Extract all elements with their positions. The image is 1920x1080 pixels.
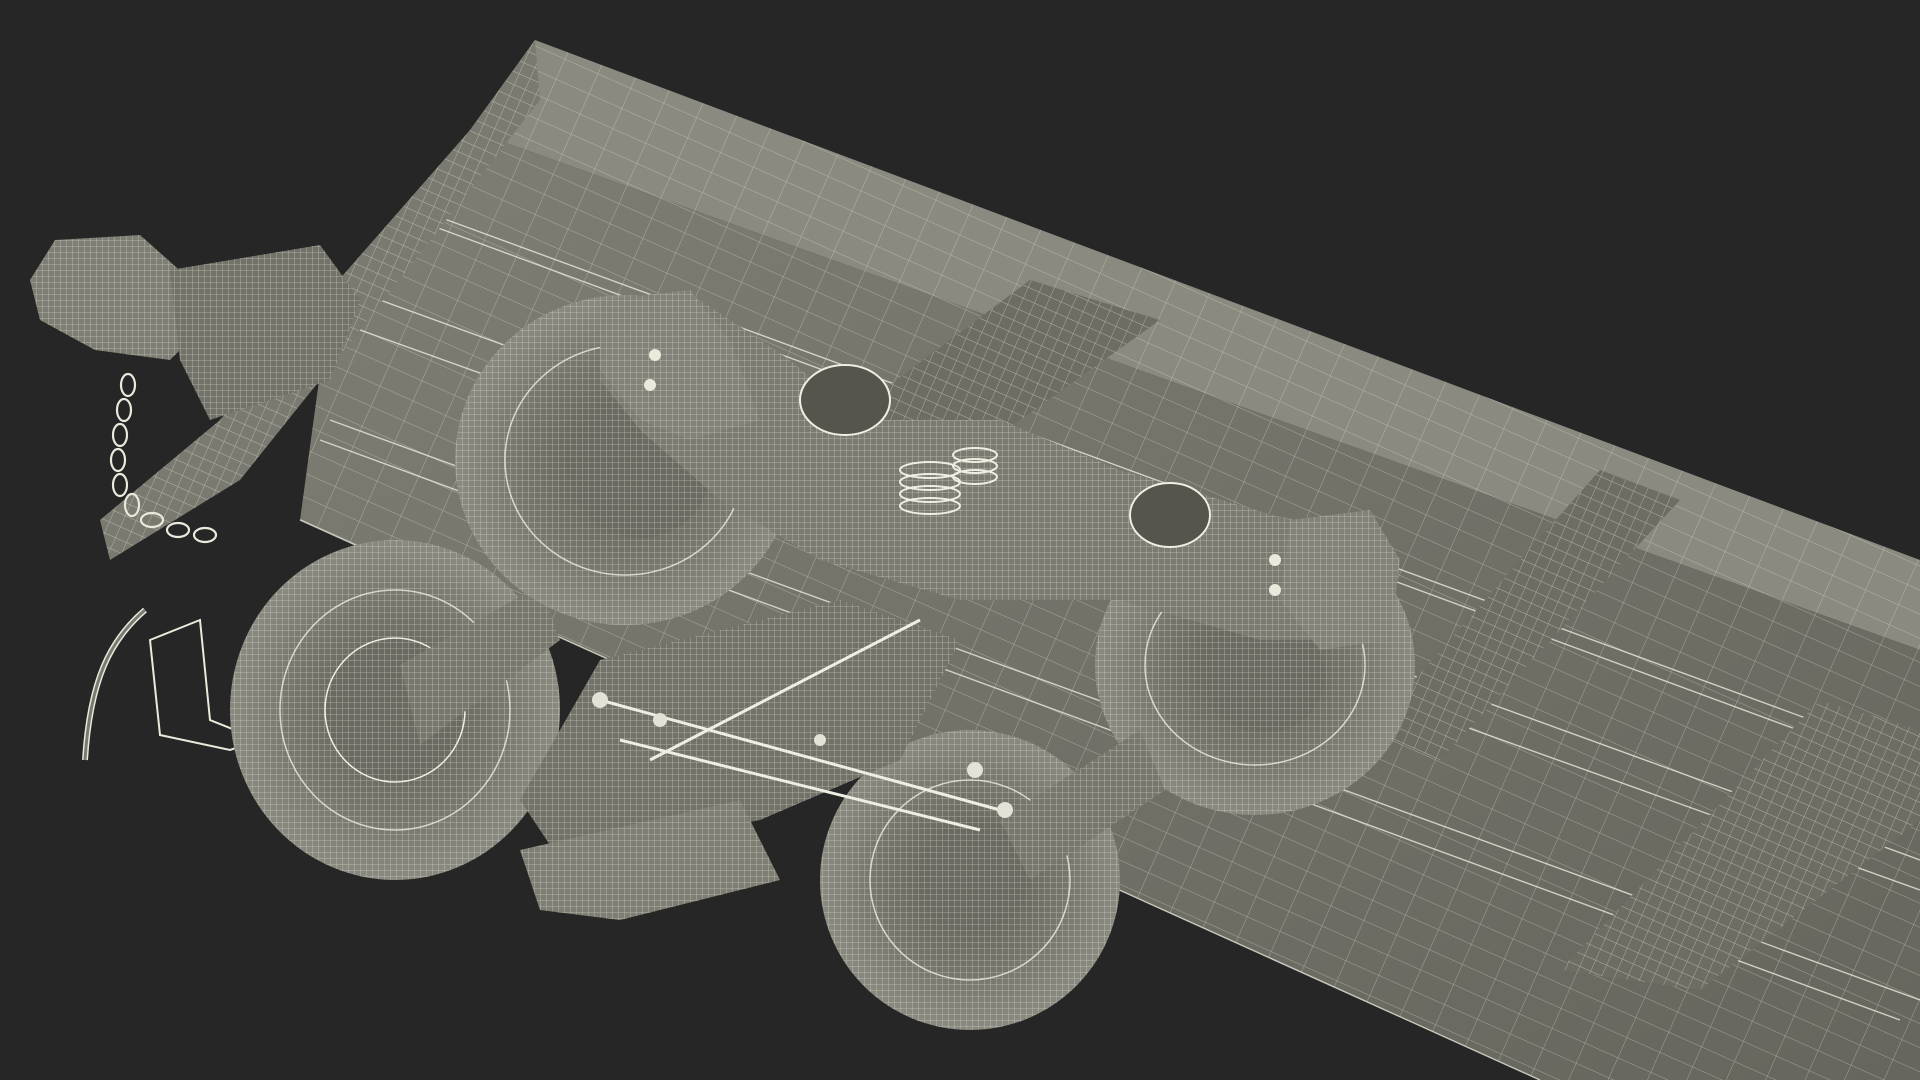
wheel-rear-left [230,540,560,880]
side-frame-window [799,364,891,436]
wireframe-render-scene [30,40,1920,1080]
brake-hose [82,607,147,761]
side-frame-window [1129,482,1211,548]
